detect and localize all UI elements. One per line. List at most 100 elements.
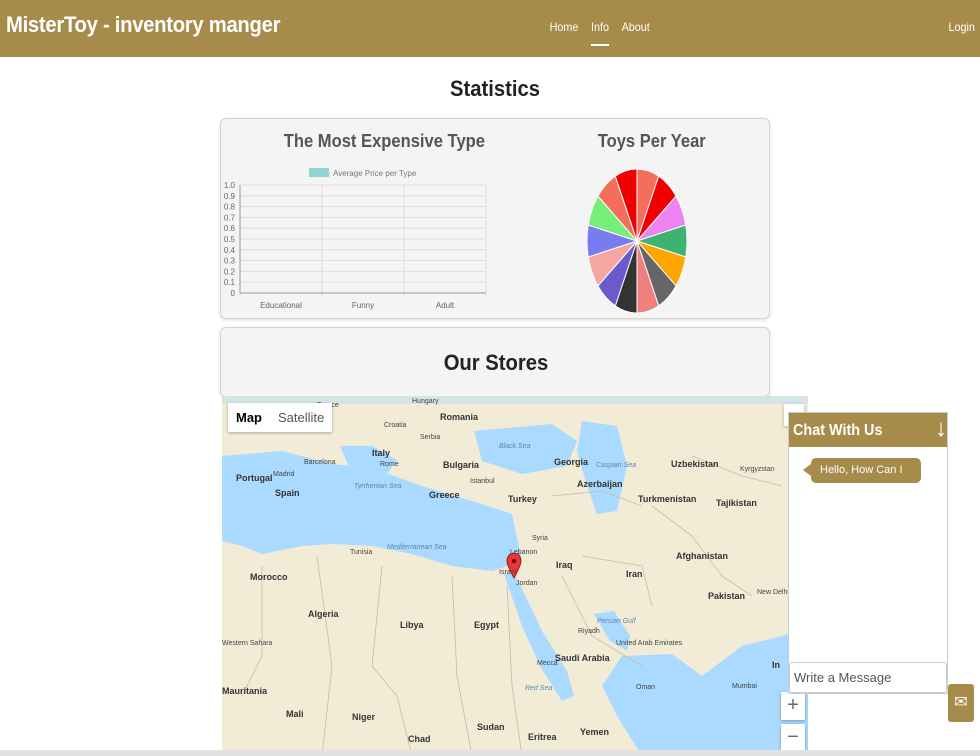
map-label: Pakistan bbox=[708, 591, 746, 601]
y-tick-label: 0.2 bbox=[224, 267, 236, 276]
map-type-satellite-button[interactable]: Satellite bbox=[270, 403, 332, 432]
map-label: Caspian Sea bbox=[596, 462, 637, 469]
chat-message-input[interactable] bbox=[789, 662, 947, 693]
pie-chart bbox=[586, 168, 688, 314]
map-label: Rome bbox=[380, 461, 399, 468]
map-label: Red Sea bbox=[525, 685, 553, 692]
bar-chart: Average Price per Type 0 0.1 0.20.3 0.4 0.5 0.… bbox=[224, 168, 487, 310]
map-label: Serbia bbox=[420, 434, 441, 441]
map-label: Azerbaijan bbox=[577, 479, 623, 489]
y-tick-label: 0.3 bbox=[224, 257, 236, 266]
map-label: Barcelona bbox=[304, 459, 336, 466]
statistics-card: The Most Expensive Type Toys Per Year Av… bbox=[220, 118, 770, 319]
map-label: Mali bbox=[286, 709, 304, 719]
map-label: Italy bbox=[372, 448, 391, 458]
nav-link-home[interactable]: Home bbox=[550, 20, 579, 46]
map-label: Libya bbox=[400, 620, 424, 630]
brand-title[interactable]: MisterToy - inventory manger bbox=[6, 12, 280, 38]
map-label: Hungary bbox=[412, 398, 439, 405]
x-tick-label: Educational bbox=[260, 301, 302, 310]
map-label: Morocco bbox=[250, 572, 288, 582]
map-label: Lebanon bbox=[510, 549, 538, 556]
map-label: Eritrea bbox=[528, 732, 557, 742]
legend-label: Average Price per Type bbox=[333, 169, 417, 178]
map-type-map-button[interactable]: Map bbox=[228, 403, 270, 432]
map-label: Riyadh bbox=[578, 628, 600, 635]
chat-header[interactable]: Chat With Us ↓ bbox=[789, 413, 947, 447]
bottom-scrollbar[interactable] bbox=[0, 750, 980, 756]
map-label: Iran bbox=[626, 569, 643, 579]
pie-chart-title: Toys Per Year bbox=[597, 131, 706, 151]
zoom-out-button[interactable]: − bbox=[781, 724, 805, 752]
page-title: Statistics bbox=[449, 76, 540, 101]
map-label: Black Sea bbox=[499, 443, 531, 450]
map-label: Afghanistan bbox=[676, 551, 729, 561]
chat-greeting-message: Hello, How Can I Help bbox=[803, 458, 921, 501]
nav-link-about[interactable]: About bbox=[622, 20, 650, 46]
map-canvas bbox=[222, 396, 808, 756]
map-label: Greece bbox=[429, 490, 460, 500]
y-tick-label: 0.7 bbox=[224, 213, 236, 222]
map-label: Jordan bbox=[516, 580, 538, 587]
zoom-in-button[interactable]: + bbox=[781, 692, 805, 720]
navbar: MisterToy - inventory manger Home Info A… bbox=[0, 0, 980, 57]
bar-chart-title: The Most Expensive Type bbox=[283, 131, 485, 151]
nav-link-info[interactable]: Info bbox=[591, 20, 610, 46]
y-tick-label: 0.5 bbox=[224, 235, 236, 244]
map-label: Tyrrhenian Sea bbox=[354, 483, 402, 490]
map-label: Kyrgyzstan bbox=[740, 466, 775, 473]
map-label: Yemen bbox=[580, 727, 610, 737]
chat-title: Chat With Us bbox=[793, 422, 883, 439]
legend-swatch bbox=[309, 168, 329, 177]
map-label: Romania bbox=[440, 412, 479, 422]
y-tick-label: 0.4 bbox=[224, 246, 236, 255]
map-label: Iraq bbox=[556, 560, 573, 570]
y-tick-label: 0 bbox=[231, 289, 236, 298]
stores-map[interactable]: Hungary Romania Croatia Serbia Italy Rome Bulg… bbox=[222, 396, 808, 756]
map-label: Bulgaria bbox=[443, 460, 480, 470]
map-label: Turkey bbox=[508, 494, 537, 504]
chat-widget: Chat With Us ↓ Hello, How Can I Help bbox=[788, 412, 948, 694]
map-label: In bbox=[772, 660, 780, 670]
stores-card: Our Stores bbox=[220, 327, 770, 397]
map-type-control: Map Satellite bbox=[228, 403, 333, 432]
map-label: Uzbekistan bbox=[671, 459, 719, 469]
map-label: Western Sahara bbox=[222, 640, 273, 647]
map-label: Sudan bbox=[477, 722, 505, 732]
y-tick-label: 1.0 bbox=[224, 181, 236, 190]
map-label: Oman bbox=[636, 684, 656, 691]
map-label: Spain bbox=[275, 488, 300, 498]
map-label: Croatia bbox=[384, 422, 407, 429]
map-label: Niger bbox=[352, 712, 376, 722]
chat-send-button[interactable]: ✉ bbox=[948, 684, 974, 722]
map-label: Tajikistan bbox=[716, 498, 757, 508]
map-label: Mecca bbox=[537, 660, 558, 667]
map-label: Georgia bbox=[554, 457, 589, 467]
x-tick-label: Adult bbox=[436, 301, 455, 310]
map-label: Egypt bbox=[474, 620, 500, 630]
map-label: Madrid bbox=[273, 471, 295, 478]
nav-links: Home Info About bbox=[548, 20, 651, 46]
map-label: Chad bbox=[408, 734, 431, 744]
stores-title: Our Stores bbox=[443, 350, 549, 375]
map-label: New Delhi bbox=[757, 589, 789, 596]
y-tick-label: 0.6 bbox=[224, 224, 236, 233]
arrow-down-icon[interactable]: ↓ bbox=[935, 415, 947, 443]
map-label: Tunisia bbox=[350, 549, 373, 556]
map-label: Istanbul bbox=[470, 478, 495, 485]
map-label: Algeria bbox=[308, 609, 339, 619]
y-tick-label: 0.9 bbox=[224, 192, 236, 201]
map-label: Persian Gulf bbox=[597, 618, 636, 625]
map-label: Mumbai bbox=[732, 683, 757, 690]
map-label: Portugal bbox=[236, 473, 273, 483]
map-label: Saudi Arabia bbox=[555, 653, 610, 663]
map-label: Mediterranean Sea bbox=[387, 544, 447, 551]
map-label: Mauritania bbox=[222, 686, 268, 696]
login-link[interactable]: Login bbox=[948, 20, 974, 34]
x-tick-label: Funny bbox=[352, 301, 374, 310]
map-label: Syria bbox=[532, 535, 548, 542]
y-tick-label: 0.1 bbox=[224, 278, 236, 287]
chat-bubble-icon: ✉ bbox=[954, 694, 968, 711]
y-tick-label: 0.8 bbox=[224, 203, 236, 212]
map-label: Israel bbox=[499, 569, 517, 576]
